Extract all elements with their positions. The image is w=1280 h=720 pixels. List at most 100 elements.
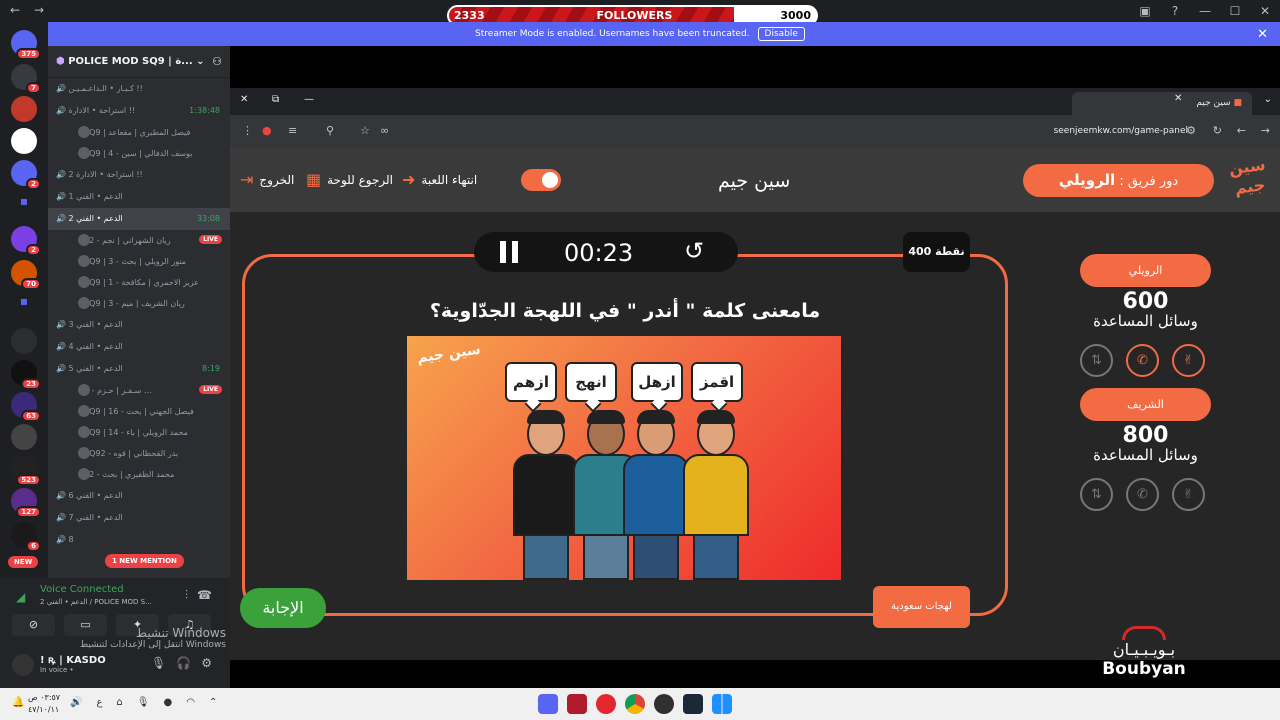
reading-list-icon[interactable]: ≡ — [288, 124, 297, 137]
folder-icon[interactable]: ▪ — [11, 194, 37, 220]
voice-channel-item[interactable]: 🔊 الدعم • الفني 3 — [48, 314, 230, 336]
restart-timer-icon[interactable]: ↺ — [684, 237, 704, 265]
voice-user-item[interactable]: SQ9 | 3 - منور الرويلي | بحث — [48, 251, 230, 272]
voice-user-item[interactable]: 62 - ريان الشهراني | نجم LIVE — [48, 230, 230, 251]
add-member-icon[interactable]: ⚇ — [212, 55, 222, 68]
end-game-button[interactable]: ➜ انتهاء اللعبة — [402, 170, 477, 189]
two-answers-icon[interactable]: ✌ — [1172, 478, 1205, 511]
disable-button[interactable]: Disable — [757, 27, 805, 41]
voice-connected-label[interactable]: Voice Connected — [40, 584, 124, 595]
profile-icon[interactable]: ● — [262, 124, 272, 137]
two-answers-icon[interactable]: ✌ — [1172, 344, 1205, 377]
obs-app-icon[interactable] — [654, 694, 674, 714]
help-icon[interactable]: ? — [1160, 0, 1190, 22]
server-icon[interactable]: 2 — [11, 160, 41, 190]
voice-channel-item[interactable]: 🔊 استراحة • الادارة 2 !! — [48, 164, 230, 186]
answer-button[interactable]: الإجابة — [240, 588, 326, 628]
incognito-icon[interactable]: ∞ — [380, 124, 389, 137]
mic-tray-icon[interactable]: 🎙 — [137, 697, 150, 708]
minimize-icon[interactable]: — — [1190, 0, 1220, 22]
extensions-icon[interactable]: ⚲ — [326, 124, 334, 137]
camera-off-button[interactable]: ⊘ — [12, 614, 55, 636]
forward-arrow-icon[interactable]: → — [34, 3, 44, 17]
close-banner-icon[interactable]: ✕ — [1257, 27, 1268, 42]
back-to-board-button[interactable]: ▦ الرجوع للوحة — [306, 170, 393, 189]
server-icon[interactable]: 127 — [11, 488, 41, 518]
back-arrow-icon[interactable]: ← — [10, 3, 20, 17]
steam-app-icon[interactable] — [683, 694, 703, 714]
tab-seenjeem[interactable]: ✕ سين جيم ■ — [1072, 92, 1252, 115]
swap-question-icon[interactable]: ⇅ — [1080, 344, 1113, 377]
windows-start-icon[interactable] — [712, 694, 732, 714]
voice-channel-item[interactable]: 🔊 الدعم • الفني 2 33:08 — [48, 208, 230, 230]
volume-icon[interactable]: 🔊 — [70, 697, 82, 708]
server-icon[interactable] — [11, 424, 37, 450]
server-icon[interactable]: 523 — [11, 456, 41, 486]
settings-gear-icon[interactable]: ⚙ — [201, 656, 212, 670]
server-icon[interactable]: 70 — [11, 260, 41, 290]
server-icon[interactable] — [11, 328, 37, 354]
swap-question-icon[interactable]: ⇅ — [1080, 478, 1113, 511]
voice-channel-item[interactable]: 🔊 استراحة • الادارة !! 1:38:48 — [48, 100, 230, 122]
obs-tray-icon[interactable]: ● — [163, 697, 172, 708]
exit-button[interactable]: ⇥ الخروج — [240, 170, 294, 189]
voice-channel-item[interactable]: 🔊 الدعم • الفني 7 — [48, 507, 230, 529]
server-icon[interactable]: 7 — [11, 64, 41, 94]
voice-server-label[interactable]: الدعم • الفني 2 / POLICE MOD S... — [40, 598, 152, 606]
server-icon[interactable] — [11, 128, 37, 154]
voice-user-item[interactable]: SQ92 - بدر القحطاني | قوه — [48, 443, 230, 464]
wifi-icon[interactable]: ◠ — [186, 697, 195, 708]
voice-channel-item[interactable]: 🔊 الدعم • الفني 6 — [48, 485, 230, 507]
voice-channel-item[interactable]: 🔊 8 — [48, 529, 230, 551]
adobe-app-icon[interactable] — [567, 694, 587, 714]
settings-toggle[interactable] — [521, 169, 561, 191]
close-window-icon[interactable]: ✕ — [240, 94, 248, 105]
menu-icon[interactable]: ⋮ — [242, 124, 253, 137]
language-indicator[interactable]: ع — [96, 697, 102, 708]
inbox-icon[interactable]: ▣ — [1130, 0, 1160, 22]
voice-user-item[interactable]: SQ9 | 14 - محمد الرويلي | باء — [48, 422, 230, 443]
tab-search-icon[interactable]: ⌄ — [1264, 94, 1272, 105]
network-icon[interactable]: ⌂ — [116, 697, 122, 708]
close-tab-icon[interactable]: ✕ — [1174, 93, 1182, 104]
voice-channel-item[interactable]: 🔊 الدعم • الفني 5 8:19 — [48, 358, 230, 380]
discord-home-icon[interactable]: 375 — [11, 30, 41, 60]
forward-icon[interactable]: → — [1261, 124, 1270, 137]
close-icon[interactable]: ✕ — [1250, 0, 1280, 22]
voice-user-item[interactable]: SQ9 | 1 - عزيز الاحمري | مكافحة — [48, 272, 230, 293]
reload-icon[interactable]: ↻ — [1213, 124, 1222, 137]
voice-user-item[interactable]: 12 - محمد الظفيري | بحث — [48, 464, 230, 485]
site-settings-icon[interactable]: ⚙ — [1186, 124, 1196, 137]
microphone-icon[interactable]: 🎙 — [151, 656, 166, 670]
discord-app-icon[interactable] — [538, 694, 558, 714]
back-icon[interactable]: ← — [1237, 124, 1246, 137]
minimize-window-icon[interactable]: — — [304, 94, 314, 105]
folder-icon[interactable]: ▪ — [11, 294, 37, 320]
voice-user-item[interactable]: SQ9 | 16 - فيصل الجهني | بحث — [48, 401, 230, 422]
server-header[interactable]: ⬢ POLICE MOD SQ9 | ة... ⌄ ⚇ — [48, 46, 230, 78]
opera-app-icon[interactable] — [596, 694, 616, 714]
voice-user-item[interactable]: 1 - سـفـر | حـزم ... LIVE — [48, 380, 230, 401]
chrome-app-icon[interactable] — [625, 694, 645, 714]
show-hidden-icon[interactable]: ⌃ — [209, 697, 217, 708]
server-icon[interactable]: 63 — [11, 392, 41, 422]
bookmark-star-icon[interactable]: ☆ — [360, 124, 370, 137]
phone-friend-icon[interactable]: ✆ — [1126, 344, 1159, 377]
voice-channel-item[interactable]: 🔊 الدعم • الفني 4 — [48, 336, 230, 358]
maximize-icon[interactable]: ☐ — [1220, 0, 1250, 22]
disconnect-icon[interactable]: ☎ — [197, 588, 212, 602]
new-badge[interactable]: NEW — [8, 556, 39, 568]
noise-suppression-icon[interactable]: ⫶ — [185, 588, 188, 603]
pause-icon[interactable] — [500, 241, 518, 263]
phone-friend-icon[interactable]: ✆ — [1126, 478, 1159, 511]
new-mention-badge[interactable]: 1 NEW MENTION — [105, 554, 184, 568]
url-field[interactable]: seenjeemkw.com/game-panel — [1054, 126, 1188, 136]
server-icon[interactable]: 6 — [11, 522, 41, 552]
voice-channel-item[interactable]: 🔊 كـبـار • الـداعـمـيـن !! — [48, 78, 230, 100]
voice-user-item[interactable]: SQ9 | فيصل المطيري | مقعاعد — [48, 122, 230, 143]
voice-channel-item[interactable]: 🔊 الدعم • الفني 1 — [48, 186, 230, 208]
voice-user-item[interactable]: SQ9 | 3 - ريان الشريف | ميم — [48, 293, 230, 314]
headphones-icon[interactable]: 🎧 — [176, 656, 191, 670]
notification-bell-icon[interactable]: 🔔 — [12, 697, 24, 708]
voice-user-item[interactable]: SQ9 | 4 - يوسف الدفالي | سين — [48, 143, 230, 164]
